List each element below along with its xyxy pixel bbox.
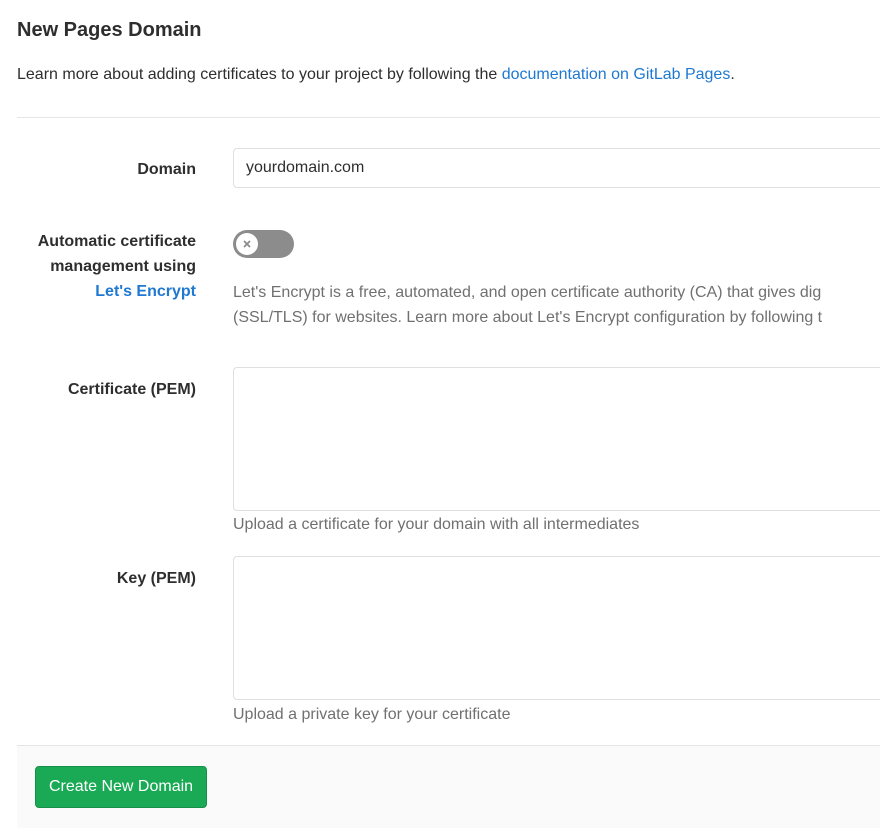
form-actions: Create New Domain xyxy=(17,745,880,828)
new-pages-domain-page: New Pages Domain Learn more about adding… xyxy=(0,0,880,840)
lets-encrypt-help-line2: (SSL/TLS) for websites. Learn more about… xyxy=(233,309,823,326)
key-textarea[interactable] xyxy=(233,556,880,700)
domain-label: Domain xyxy=(137,161,196,178)
domain-input[interactable] xyxy=(233,148,880,188)
page-title: New Pages Domain xyxy=(17,19,202,41)
create-new-domain-button[interactable]: Create New Domain xyxy=(35,766,208,808)
certificate-textarea[interactable] xyxy=(233,367,880,511)
auto-cert-toggle[interactable] xyxy=(233,230,294,258)
close-icon xyxy=(243,240,251,248)
intro-text: Learn more about adding certificates to … xyxy=(17,66,735,84)
documentation-link[interactable]: documentation on GitLab Pages xyxy=(502,66,731,83)
intro-text-end: . xyxy=(730,66,735,83)
certificate-label: Certificate (PEM) xyxy=(67,381,196,398)
key-label: Key (PEM) xyxy=(116,570,196,587)
lets-encrypt-help-line1: Let's Encrypt is a free, automated, and … xyxy=(233,284,822,301)
lets-encrypt-help: Let's Encrypt is a free, automated, and … xyxy=(233,280,880,330)
auto-cert-label: Automatic certificate management using L… xyxy=(38,229,196,304)
auto-cert-label-line1: Automatic certificate xyxy=(37,233,196,250)
auto-cert-label-line2: management using xyxy=(50,258,196,275)
lets-encrypt-link[interactable]: Let's Encrypt xyxy=(95,283,196,300)
key-help: Upload a private key for your certificat… xyxy=(233,706,511,723)
intro-text-body: Learn more about adding certificates to … xyxy=(17,66,502,83)
divider xyxy=(17,117,880,118)
certificate-help: Upload a certificate for your domain wit… xyxy=(233,516,640,533)
toggle-knob xyxy=(236,233,258,255)
